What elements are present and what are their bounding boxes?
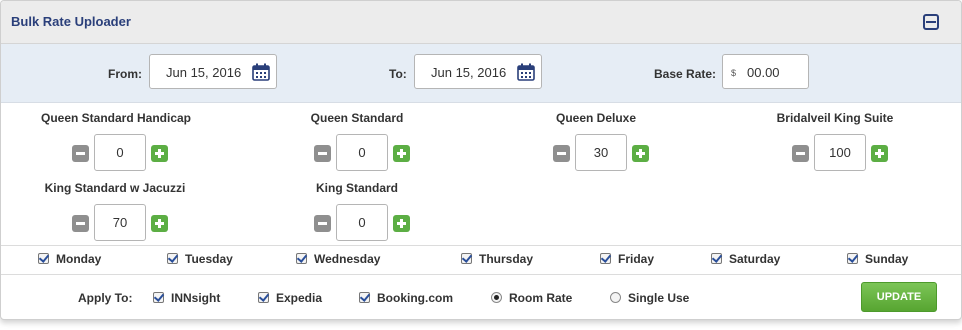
room-label: Queen Deluxe (555, 111, 637, 125)
room-label: Queen Standard Handicap (40, 111, 192, 125)
day-label: Friday (618, 252, 655, 266)
increment-button[interactable] (151, 145, 168, 162)
calendar-icon[interactable] (517, 63, 535, 81)
channel-checkbox[interactable] (258, 292, 269, 303)
day-label: Sunday (865, 252, 909, 266)
from-date-field[interactable]: Jun 15, 2016 (149, 54, 277, 89)
increment-button[interactable] (393, 145, 410, 162)
base-rate-field[interactable]: $ 00.00 (722, 54, 809, 89)
day-checkbox[interactable] (600, 253, 611, 264)
room-label: Queen Standard (310, 111, 404, 125)
increment-button[interactable] (632, 145, 649, 162)
days-of-week-row: Monday Tuesday Wednesday Thursday Friday… (1, 246, 961, 275)
base-rate-label: Base Rate: (654, 67, 717, 81)
decrement-button[interactable] (314, 215, 331, 232)
channel-checkbox[interactable] (359, 292, 370, 303)
room-rate-input[interactable]: 100 (814, 134, 866, 171)
room-label: King Standard w Jacuzzi (44, 181, 186, 195)
currency-symbol: $ (731, 68, 737, 78)
room-label: King Standard (315, 181, 398, 195)
decrement-button[interactable] (314, 145, 331, 162)
channel-checkbox[interactable] (153, 292, 164, 303)
date-row: From: Jun 15, 2016 To: Jun 15, 2016 Base… (1, 44, 961, 103)
day-checkbox[interactable] (461, 253, 472, 264)
day-checkbox[interactable] (296, 253, 307, 264)
to-date-field[interactable]: Jun 15, 2016 (414, 54, 542, 89)
collapse-icon[interactable] (923, 14, 939, 30)
decrement-button[interactable] (792, 145, 809, 162)
increment-button[interactable] (151, 215, 168, 232)
single-use-radio[interactable] (610, 292, 621, 303)
room-label: Bridalveil King Suite (776, 111, 894, 125)
decrement-button[interactable] (72, 215, 89, 232)
from-label: From: (108, 67, 142, 81)
day-label: Saturday (729, 252, 781, 266)
apply-to-row: Apply To: INNsight Expedia Booking.com R… (1, 275, 961, 319)
increment-button[interactable] (393, 215, 410, 232)
day-label: Monday (56, 252, 102, 266)
decrement-button[interactable] (553, 145, 570, 162)
panel-header: Bulk Rate Uploader (1, 1, 961, 44)
day-label: Wednesday (314, 252, 381, 266)
day-label: Thursday (479, 252, 534, 266)
room-rate-input[interactable]: 0 (336, 204, 388, 241)
day-checkbox[interactable] (38, 253, 49, 264)
increment-button[interactable] (871, 145, 888, 162)
room-rate-radio[interactable] (491, 292, 502, 303)
day-label: Tuesday (185, 252, 233, 266)
day-checkbox[interactable] (167, 253, 178, 264)
to-date-value: Jun 15, 2016 (431, 65, 507, 80)
rate-type-label: Single Use (628, 291, 690, 305)
day-checkbox[interactable] (847, 253, 858, 264)
day-checkbox[interactable] (711, 253, 722, 264)
channel-label: Booking.com (377, 291, 454, 305)
calendar-icon[interactable] (252, 63, 270, 81)
bulk-rate-uploader-panel: Bulk Rate Uploader From: Jun 15, 2016 To… (0, 0, 962, 320)
to-label: To: (389, 67, 407, 81)
decrement-button[interactable] (72, 145, 89, 162)
room-rate-input[interactable]: 70 (94, 204, 146, 241)
channel-label: INNsight (171, 291, 221, 305)
room-rate-input[interactable]: 0 (336, 134, 388, 171)
room-rate-input[interactable]: 30 (575, 134, 627, 171)
update-button[interactable]: UPDATE (861, 282, 937, 312)
apply-to-label: Apply To: (78, 291, 133, 305)
room-rates-section: Queen Standard Handicap 0 Queen Standard… (1, 103, 961, 246)
rate-type-label: Room Rate (509, 291, 573, 305)
from-date-value: Jun 15, 2016 (166, 65, 242, 80)
channel-label: Expedia (276, 291, 323, 305)
base-rate-value: 00.00 (747, 65, 780, 80)
room-rate-input[interactable]: 0 (94, 134, 146, 171)
panel-title: Bulk Rate Uploader (11, 14, 131, 29)
